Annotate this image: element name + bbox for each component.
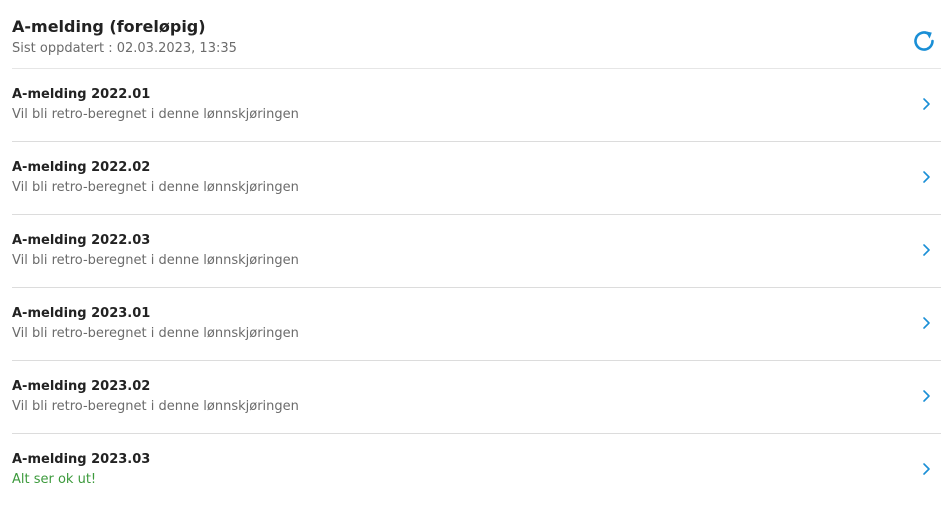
item-status: Vil bli retro-beregnet i denne lønnskjør… (12, 326, 299, 341)
item-title: A-melding 2023.02 (12, 379, 151, 394)
item-title: A-melding 2023.03 (12, 452, 151, 467)
list-item[interactable]: A-melding 2023.02 Vil bli retro-beregnet… (12, 361, 941, 434)
last-updated-text: Sist oppdatert : 02.03.2023, 13:35 (12, 41, 237, 56)
list-item[interactable]: A-melding 2022.03 Vil bli retro-beregnet… (12, 215, 941, 288)
a-melding-list: A-melding 2022.01 Vil bli retro-beregnet… (12, 69, 941, 506)
list-item[interactable]: A-melding 2023.03 Alt ser ok ut! (12, 434, 941, 506)
panel-header: A-melding (foreløpig) Sist oppdatert : 0… (12, 0, 941, 69)
item-title: A-melding 2022.03 (12, 233, 151, 248)
chevron-right-icon (921, 389, 931, 403)
page-title: A-melding (foreløpig) (12, 17, 206, 36)
chevron-right-icon (921, 316, 931, 330)
refresh-icon (914, 31, 934, 51)
a-melding-panel: A-melding (foreløpig) Sist oppdatert : 0… (0, 0, 950, 503)
item-title: A-melding 2023.01 (12, 306, 151, 321)
item-status-ok: Alt ser ok ut! (12, 472, 97, 487)
item-status: Vil bli retro-beregnet i denne lønnskjør… (12, 253, 299, 268)
list-item[interactable]: A-melding 2023.01 Vil bli retro-beregnet… (12, 288, 941, 361)
list-item[interactable]: A-melding 2022.02 Vil bli retro-beregnet… (12, 142, 941, 215)
item-status: Vil bli retro-beregnet i denne lønnskjør… (12, 399, 299, 414)
chevron-right-icon (921, 462, 931, 476)
chevron-right-icon (921, 97, 931, 111)
list-item[interactable]: A-melding 2022.01 Vil bli retro-beregnet… (12, 69, 941, 142)
chevron-right-icon (921, 243, 931, 257)
chevron-right-icon (921, 170, 931, 184)
item-title: A-melding 2022.02 (12, 160, 151, 175)
item-title: A-melding 2022.01 (12, 87, 151, 102)
item-status: Vil bli retro-beregnet i denne lønnskjør… (12, 107, 299, 122)
item-status: Vil bli retro-beregnet i denne lønnskjør… (12, 180, 299, 195)
refresh-button[interactable] (911, 28, 937, 54)
